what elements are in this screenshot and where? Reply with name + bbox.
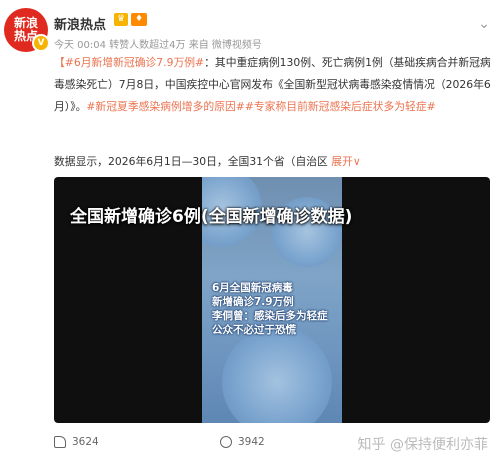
crown-icon: ♛ (114, 13, 128, 26)
share-count: 3624 (72, 436, 99, 448)
expand-link[interactable]: 展开∨ (331, 155, 361, 168)
hashtag-link[interactable]: #专家称目前新冠感染后症状多为轻症# (245, 100, 436, 113)
caption-line: 李侗曾：感染后多为轻症 (212, 310, 328, 322)
caption-line: 公众不必过于恐慌 (212, 324, 296, 336)
comment-icon (220, 436, 232, 448)
avatar[interactable]: 新浪 热点 V (4, 8, 50, 52)
post-meta: 今天 00:04 转赞人数超过4万 来自 微博视频号 (54, 40, 262, 51)
chevron-down-icon[interactable]: ⌄ (478, 16, 490, 32)
vip-badges: ♛ ♦ (114, 13, 147, 26)
share-button[interactable]: 3624 (54, 436, 99, 448)
caption-line: 新增确诊7.9万例 (212, 296, 294, 308)
watermark: 知乎 @保持便利亦菲 (357, 437, 488, 453)
caption-line: 6月全国新冠病毒 (212, 282, 293, 294)
stats-text: 数据显示，2026年6月1日—30日，全国31个省（自治区 (54, 155, 328, 168)
post-text: 【#6月新增新冠确诊7.9万例#：其中重症病例130例、死亡病例1例（基础疾病合… (54, 56, 491, 113)
video-thumbnail[interactable]: 6月全国新冠病毒 新增确诊7.9万例 李侗曾：感染后多为轻症 公众不必过于恐慌 … (54, 177, 490, 423)
hashtag-link[interactable]: #新冠夏季感染病例增多的原因# (86, 100, 244, 113)
virus-graphic (222, 327, 332, 423)
share-icon (54, 436, 66, 448)
comment-count: 3942 (238, 436, 265, 448)
overlay-title: 全国新增确诊6例(全国新增确诊数据) (70, 207, 353, 227)
verified-badge-icon: V (32, 34, 50, 52)
stats-line: 数据显示，2026年6月1日—30日，全国31个省（自治区 展开∨ (54, 153, 361, 169)
weibo-post-card: 新浪 热点 V 新浪热点 ♛ ♦ ⌄ 今天 00:04 转赞人数超过4万 来自 … (0, 0, 500, 465)
action-bar: 3624 3942 知乎 @保持便利亦菲 (54, 436, 494, 454)
video-caption: 6月全国新冠病毒 新增确诊7.9万例 李侗曾：感染后多为轻症 公众不必过于恐慌 (212, 281, 340, 337)
hashtag-link[interactable]: #6月新增新冠确诊7.9万例# (65, 56, 204, 69)
account-name[interactable]: 新浪热点 (54, 14, 106, 33)
comment-button[interactable]: 3942 (220, 436, 265, 448)
level-icon: ♦ (131, 13, 147, 26)
